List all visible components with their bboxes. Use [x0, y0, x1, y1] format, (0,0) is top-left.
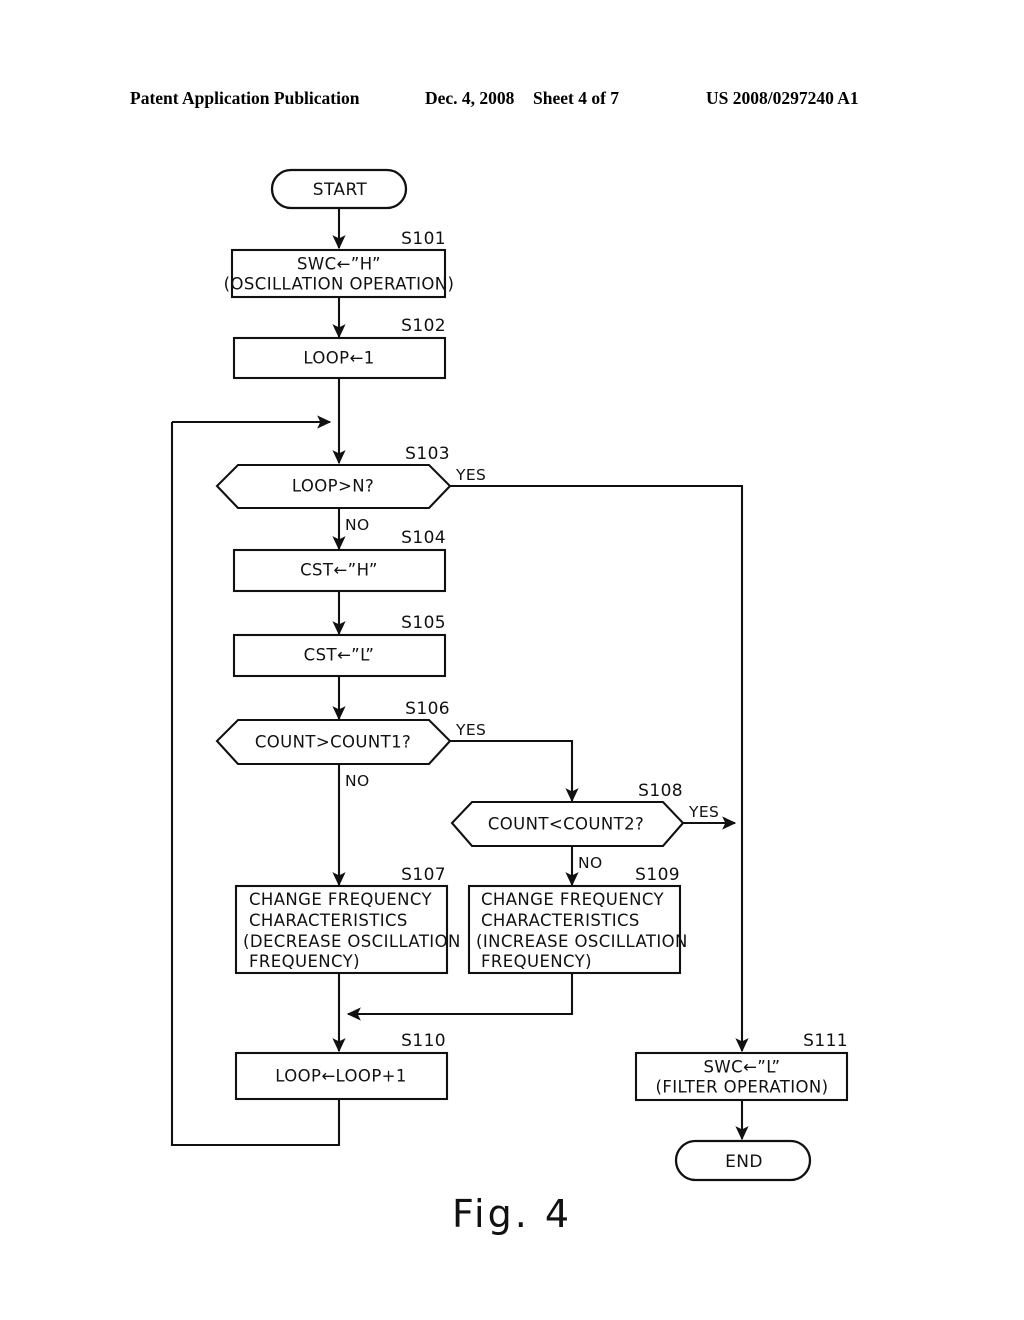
- s103-line1: LOOP>N?: [292, 477, 374, 496]
- s111-step-label: S111: [803, 1031, 848, 1051]
- node-s106[interactable]: S106 COUNT>COUNT1? YES NO: [215, 699, 486, 790]
- s107-step-label: S107: [401, 865, 446, 885]
- s109-line4: FREQUENCY): [481, 952, 592, 971]
- end-label: END: [725, 1152, 763, 1172]
- s109-line3: (INCREASE OSCILLATION: [476, 932, 688, 951]
- s108-step-label: S108: [638, 781, 683, 801]
- s106-yes-label: YES: [455, 721, 486, 739]
- node-end[interactable]: END: [674, 1139, 812, 1182]
- s111-line2: (FILTER OPERATION): [655, 1078, 828, 1097]
- s104-step-label: S104: [401, 528, 446, 548]
- edge-s106-yes-s108: [450, 739, 579, 803]
- node-s103[interactable]: S103 LOOP>N? YES NO: [215, 444, 486, 534]
- s106-no-label: NO: [345, 772, 370, 790]
- s102-line1: LOOP←1: [303, 349, 374, 368]
- s103-no-label: NO: [345, 516, 370, 534]
- start-label: START: [313, 180, 368, 200]
- s106-line1: COUNT>COUNT1?: [255, 733, 411, 752]
- s103-yes-label: YES: [455, 466, 486, 484]
- s111-line1: SWC←”L”: [704, 1058, 781, 1077]
- s101-step-label: S101: [401, 229, 446, 249]
- s108-line1: COUNT<COUNT2?: [488, 815, 644, 834]
- s107-line2: CHARACTERISTICS: [249, 911, 408, 930]
- node-s108[interactable]: S108 COUNT<COUNT2? YES NO: [450, 781, 719, 872]
- node-s109[interactable]: S109 CHANGE FREQUENCY CHARACTERISTICS (I…: [467, 865, 688, 975]
- s109-line1: CHANGE FREQUENCY: [481, 890, 664, 909]
- s107-line4: FREQUENCY): [249, 952, 360, 971]
- s109-line2: CHARACTERISTICS: [481, 911, 640, 930]
- s107-line3: (DECREASE OSCILLATION: [243, 932, 461, 951]
- flowchart-figure: START S101 SWC←”H” (OSCILLATION OPERATIO…: [170, 168, 849, 1182]
- node-s110[interactable]: S110 LOOP←LOOP+1: [234, 1031, 449, 1101]
- s105-step-label: S105: [401, 613, 446, 633]
- s108-yes-label: YES: [688, 803, 719, 821]
- node-s107[interactable]: S107 CHANGE FREQUENCY CHARACTERISTICS (D…: [234, 865, 461, 975]
- s108-no-label: NO: [578, 854, 603, 872]
- s104-line1: CST←”H”: [300, 561, 378, 580]
- s101-line2: (OSCILLATION OPERATION): [224, 275, 455, 294]
- s101-line1: SWC←”H”: [297, 255, 381, 274]
- figure-caption: Fig. 4: [451, 1192, 573, 1236]
- node-start[interactable]: START: [270, 168, 408, 210]
- patent-page: Patent Application Publication Dec. 4, 2…: [0, 0, 1024, 1320]
- s103-step-label: S103: [405, 444, 450, 464]
- s109-step-label: S109: [635, 865, 680, 885]
- s105-line1: CST←”L”: [304, 646, 375, 665]
- s110-step-label: S110: [401, 1031, 446, 1051]
- s110-line1: LOOP←LOOP+1: [275, 1067, 407, 1086]
- edge-s109-merge: [346, 973, 574, 1021]
- s107-line1: CHANGE FREQUENCY: [249, 890, 432, 909]
- s102-step-label: S102: [401, 316, 446, 336]
- edge-s110-loopback: [170, 422, 341, 1147]
- s106-step-label: S106: [405, 699, 450, 719]
